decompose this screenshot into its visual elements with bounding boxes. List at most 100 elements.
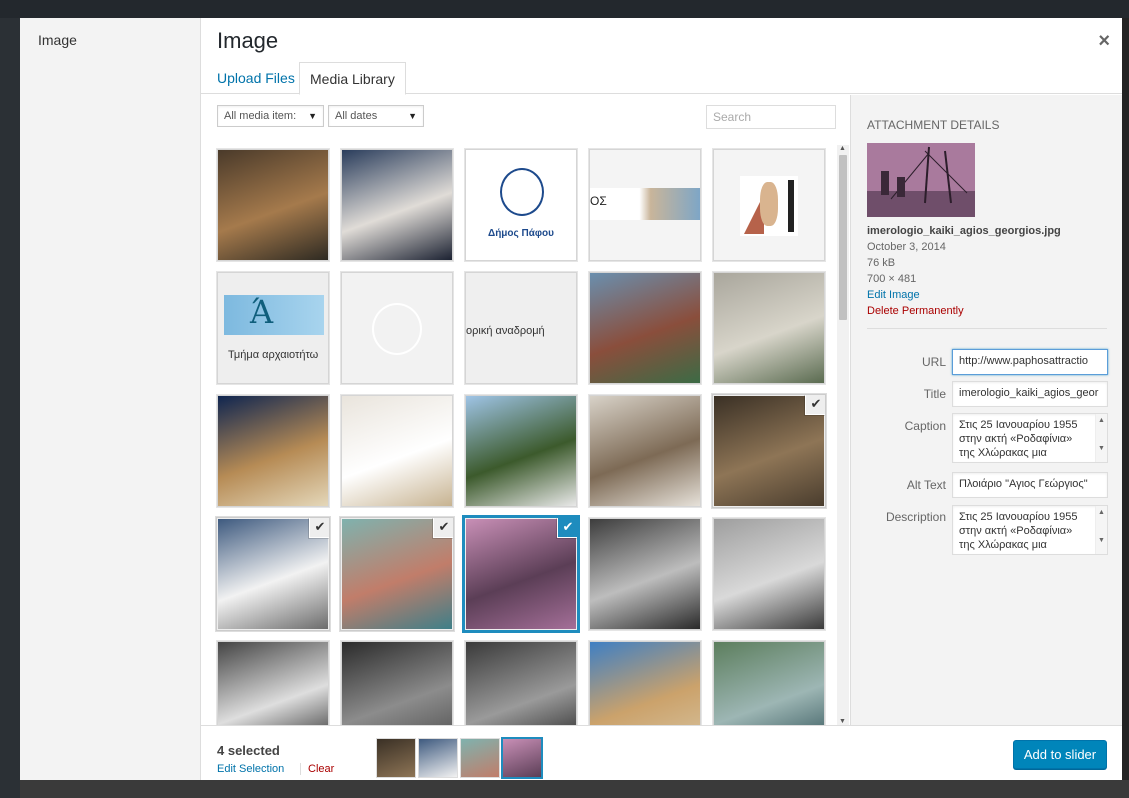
thumbnail-image xyxy=(590,642,700,725)
description-text: Στις 25 Ιανουαρίου 1955 στην ακτή «Ροδαφ… xyxy=(959,511,1078,551)
attachment-thumbnail[interactable] xyxy=(217,149,329,261)
thumbnail-image: ΟΣ xyxy=(590,150,700,260)
chevron-down-icon: ▼ xyxy=(308,111,317,121)
grid-scrollbar[interactable]: ▲ ▼ xyxy=(837,145,849,725)
details-filename: imerologio_kaiki_agios_georgios.jpg xyxy=(867,225,1061,237)
selection-toolbar: 4 selected Edit Selection Clear Add to s… xyxy=(201,725,1122,780)
thumbnail-caption: Δήμος Πάφου xyxy=(488,228,554,239)
attachment-thumbnail[interactable] xyxy=(341,149,453,261)
attachment-thumbnail[interactable]: Ά Τμήμα αρχαιοτήτω xyxy=(217,272,329,384)
attachment-thumbnail[interactable] xyxy=(465,395,577,507)
check-icon[interactable]: ✔ xyxy=(433,518,453,538)
attachment-thumbnail[interactable]: ορική αναδρομή xyxy=(465,272,577,384)
details-dimensions: 700 × 481 xyxy=(867,273,917,285)
title-field[interactable]: imerologio_kaiki_agios_geor xyxy=(952,381,1108,407)
thumbnail-image xyxy=(466,396,576,506)
chevron-down-icon: ▼ xyxy=(408,111,417,121)
attachment-thumbnail[interactable] xyxy=(589,272,701,384)
thumbnail-image xyxy=(218,396,328,506)
attachment-thumbnail[interactable]: ✔ xyxy=(217,518,329,630)
thumbnail-caption: Τμήμα αρχαιοτήτω xyxy=(228,349,319,361)
scrollbar-thumb[interactable] xyxy=(839,155,847,320)
edit-image-link[interactable]: Edit Image xyxy=(867,289,920,301)
details-divider xyxy=(867,328,1107,329)
url-label: URL xyxy=(921,355,946,369)
thumbnail-image xyxy=(342,396,452,506)
boat-image xyxy=(867,143,975,217)
attachment-thumbnail[interactable]: ΟΣ xyxy=(589,149,701,261)
attachment-thumbnail[interactable]: ✔ xyxy=(713,395,825,507)
attachment-thumbnail[interactable] xyxy=(341,395,453,507)
details-date: October 3, 2014 xyxy=(867,241,946,253)
thumbnail-image xyxy=(590,519,700,629)
attachment-thumbnail[interactable] xyxy=(217,395,329,507)
check-icon[interactable]: ✔ xyxy=(805,395,825,415)
alt-text-field[interactable]: Πλοιάριο "Αγιος Γεώργιος" xyxy=(952,472,1108,498)
attachment-thumbnail[interactable] xyxy=(217,641,329,725)
statue-graphic xyxy=(740,176,798,236)
scroll-up-icon[interactable]: ▲ xyxy=(839,145,846,152)
menu-item-image[interactable]: Image xyxy=(38,32,77,48)
check-icon[interactable]: ✔ xyxy=(309,518,329,538)
attachment-thumbnail[interactable]: ✔ xyxy=(341,518,453,630)
attachment-thumbnail[interactable] xyxy=(713,641,825,725)
admin-sidebar xyxy=(0,18,20,798)
page-footer-backdrop xyxy=(20,780,1129,798)
attachment-thumbnail[interactable] xyxy=(341,641,453,725)
dept-logo-icon: Ά xyxy=(250,293,274,331)
attachment-thumbnail[interactable] xyxy=(341,272,453,384)
details-heading: ATTACHMENT DETAILS xyxy=(867,118,1000,132)
media-type-filter[interactable]: All media item: ▼ xyxy=(217,105,324,127)
attachment-thumbnail[interactable] xyxy=(465,641,577,725)
attachment-thumbnail[interactable]: ✔ xyxy=(465,518,577,630)
scroll-down-icon[interactable]: ▼ xyxy=(839,718,846,725)
attachment-thumbnail[interactable] xyxy=(713,149,825,261)
thumbnail-image xyxy=(342,642,452,725)
thumbnail-image xyxy=(590,273,700,383)
dept-banner xyxy=(224,295,324,335)
thumbnail-image xyxy=(218,150,328,260)
selected-thumbnail[interactable] xyxy=(377,739,415,777)
thumbnail-image: Ά Τμήμα αρχαιοτήτω xyxy=(218,273,328,383)
media-menu: Image xyxy=(20,18,201,780)
description-label: Description xyxy=(885,510,946,524)
details-thumbnail xyxy=(867,143,975,217)
attachment-thumbnail[interactable]: Δήμος Πάφου xyxy=(465,149,577,261)
description-field[interactable]: Στις 25 Ιανουαρίου 1955 στην ακτή «Ροδαφ… xyxy=(952,505,1108,555)
edit-selection-link[interactable]: Edit Selection xyxy=(217,763,284,775)
attachment-thumbnail[interactable] xyxy=(713,272,825,384)
selected-thumbnail[interactable] xyxy=(419,739,457,777)
attachment-thumbnail[interactable] xyxy=(589,518,701,630)
attachment-thumbnail[interactable] xyxy=(713,518,825,630)
selection-count: 4 selected xyxy=(217,743,280,758)
tab-media-library[interactable]: Media Library xyxy=(299,62,406,95)
admin-bar xyxy=(0,0,1129,18)
check-icon[interactable]: ✔ xyxy=(557,518,577,538)
date-filter[interactable]: All dates ▼ xyxy=(328,105,424,127)
selected-thumbnail[interactable] xyxy=(461,739,499,777)
tab-upload-files[interactable]: Upload Files xyxy=(217,62,295,94)
details-size: 76 kB xyxy=(867,257,896,269)
attachment-thumbnail[interactable] xyxy=(589,641,701,725)
caption-text: Στις 25 Ιανουαρίου 1955 στην ακτή «Ροδαφ… xyxy=(959,419,1078,459)
attachment-details-sidebar: ATTACHMENT DETAILS imerologio_kaiki_agio… xyxy=(850,95,1122,725)
thumbnail-image xyxy=(342,273,452,383)
close-icon[interactable]: × xyxy=(1098,30,1110,53)
thumbnail-image xyxy=(714,519,824,629)
modal-title: Image xyxy=(217,28,279,53)
thumbnail-caption: ΟΣ xyxy=(590,194,607,208)
textarea-scrollbar[interactable]: ▲ ▼ xyxy=(1095,414,1107,462)
add-to-slider-button[interactable]: Add to slider xyxy=(1013,740,1107,769)
delete-permanently-link[interactable]: Delete Permanently xyxy=(867,305,964,317)
caption-field[interactable]: Στις 25 Ιανουαρίου 1955 στην ακτή «Ροδαφ… xyxy=(952,413,1108,463)
search-input[interactable]: Search xyxy=(706,105,836,129)
thumbnail-image xyxy=(714,642,824,725)
media-toolbar: All media item: ▼ All dates ▼ Search xyxy=(201,95,850,135)
url-field[interactable]: http://www.paphosattractio xyxy=(952,349,1108,375)
clear-selection-link[interactable]: Clear xyxy=(300,763,334,775)
selected-thumbnail[interactable] xyxy=(503,739,541,777)
faded-seal-icon xyxy=(372,303,422,355)
date-filter-value: All dates xyxy=(335,110,378,122)
textarea-scrollbar[interactable]: ▲ ▼ xyxy=(1095,506,1107,554)
attachment-thumbnail[interactable] xyxy=(589,395,701,507)
